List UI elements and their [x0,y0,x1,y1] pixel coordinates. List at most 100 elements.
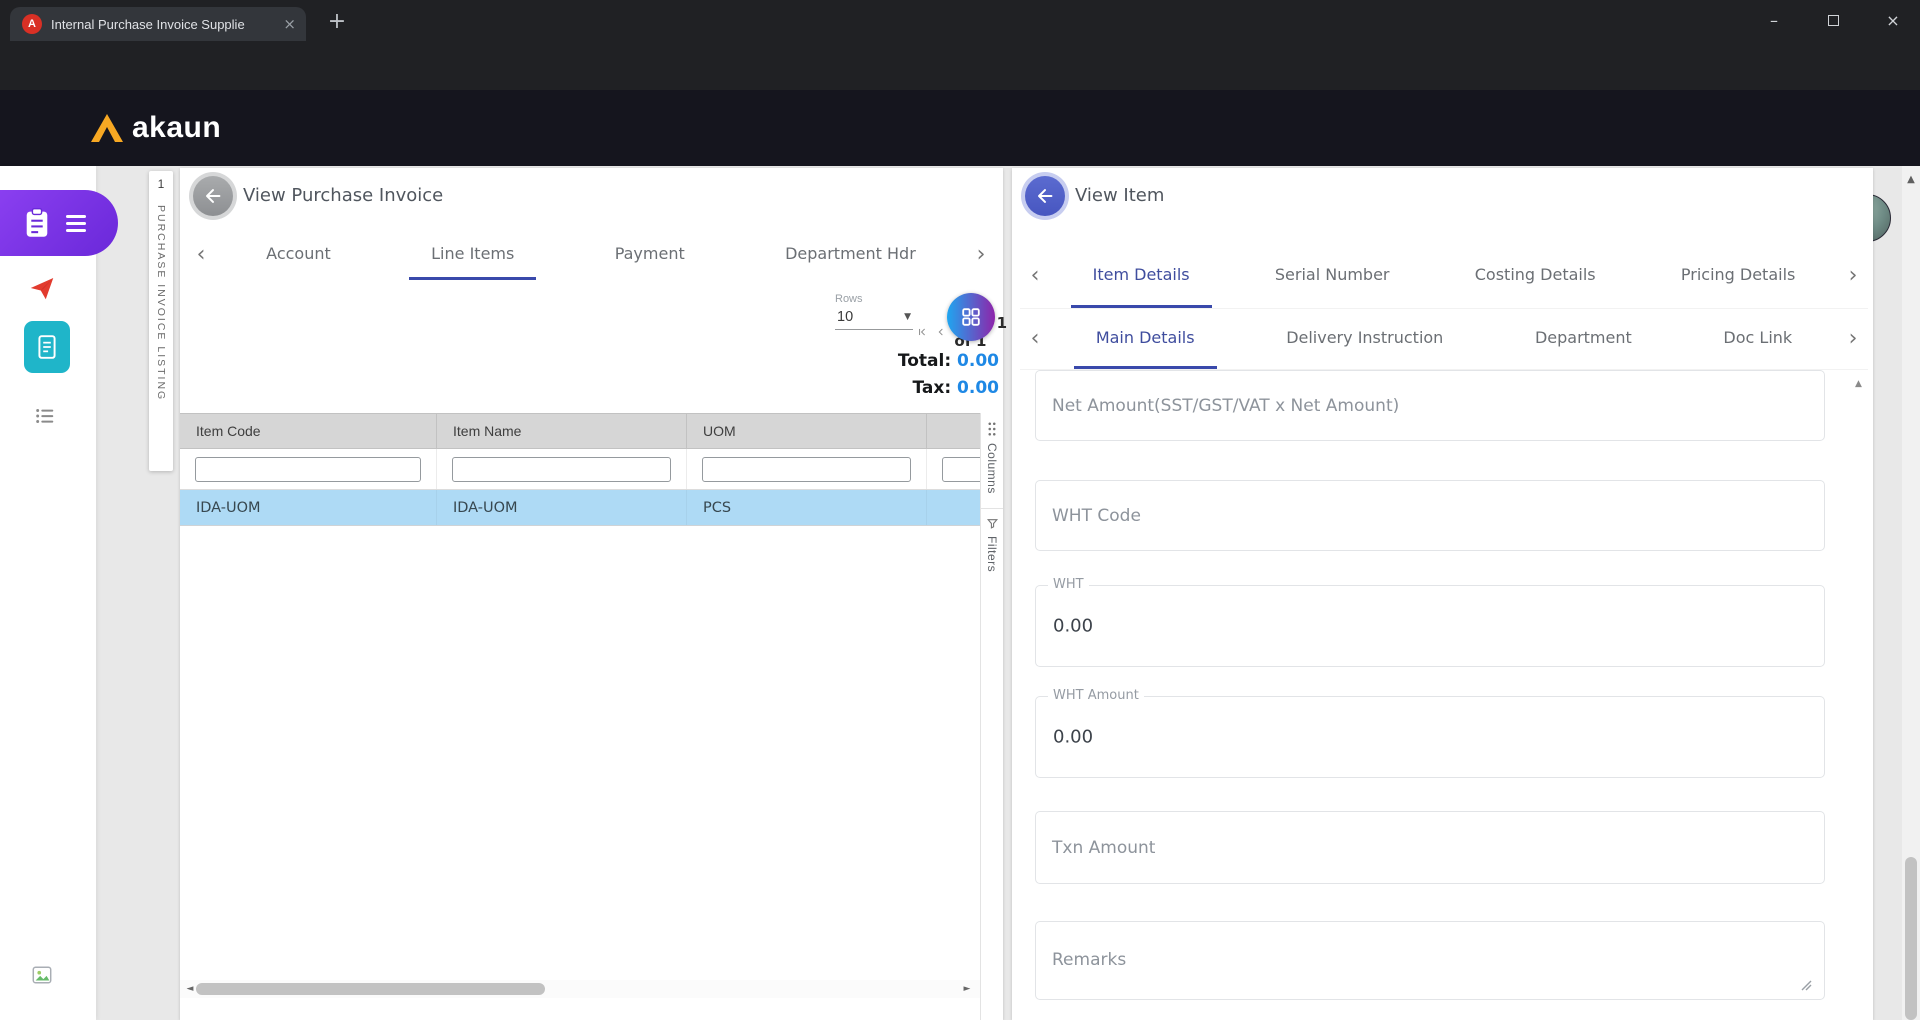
paper-plane-icon [27,273,57,303]
table-row[interactable]: IDA-UOM IDA-UOM PCS [180,490,980,526]
filter-uom-input[interactable] [702,457,911,482]
tabs-scroll-right-icon[interactable]: › [1849,328,1858,350]
item-back-button[interactable] [1021,172,1069,220]
columns-label: Columns [985,443,999,494]
table-side-toolbar: Columns Filters [980,413,1003,1020]
clipboard-icon [22,207,52,239]
filters-button[interactable]: Filters [985,515,999,572]
filter-extra-input[interactable] [942,457,980,482]
tab-line-items[interactable]: Line Items [409,230,536,280]
field-label: Remarks [1052,950,1126,970]
document-icon [34,332,60,362]
filter-item-code-input[interactable] [195,457,421,482]
logo-text: akaun [132,111,221,145]
photo-icon [31,964,53,986]
tabs-scroll-left-icon[interactable]: ‹ [1031,265,1040,287]
app-header: akaun [0,90,1920,166]
resize-handle-icon[interactable] [1800,979,1812,991]
column-header-item-name[interactable]: Item Name [437,414,687,448]
cell-uom: PCS [687,490,927,525]
list-icon [34,405,56,427]
column-header-item-code[interactable]: Item Code [180,414,437,448]
purchase-invoice-panel: View Purchase Invoice ‹ Account Line Ite… [180,168,1003,1020]
prev-page-icon[interactable] [935,323,947,341]
line-items-table: Item Code Item Name UOM IDA-UOM IDA-UOM … [180,413,980,526]
filter-item-name-input[interactable] [452,457,671,482]
new-tab-button[interactable]: + [322,6,352,36]
tab-delivery-instruction[interactable]: Delivery Instruction [1264,309,1465,369]
back-button[interactable] [189,172,237,220]
field-label: Net Amount(SST/GST/VAT x Net Amount) [1052,396,1399,416]
grid-view-button[interactable] [947,293,995,341]
tax-value: 0.00 [957,378,999,398]
browser-toolbar: ← → akaun.cloud/#/applets/tnt/wavelet/er… [0,41,1920,90]
arrow-back-icon [1034,185,1056,207]
field-label: WHT Amount [1048,688,1144,703]
field-remarks[interactable]: Remarks [1035,921,1825,1000]
cell-item-name: IDA-UOM [437,490,687,525]
field-label: WHT Code [1052,506,1141,526]
browser-tab-bar: A Internal Purchase Invoice Supplie × + … [0,0,1920,41]
image-placeholder-icon [30,963,54,987]
field-txn-amount[interactable]: Txn Amount [1035,811,1825,884]
column-header-extra [927,414,980,448]
first-page-icon[interactable] [916,323,928,341]
window-close-button[interactable]: × [1870,0,1916,41]
hscroll-thumb[interactable] [196,983,545,995]
tab-main-details[interactable]: Main Details [1074,309,1217,369]
tab-favicon-icon: A [22,14,42,34]
drag-dots-icon [986,421,998,437]
tabs-scroll-left-icon[interactable]: ‹ [1031,328,1040,350]
vertical-tab-purchase-invoice-listing[interactable]: 1 PURCHASE INVOICE LISTING [149,171,173,471]
listing-list-icon[interactable] [33,404,57,428]
tabs-scroll-left-icon[interactable]: ‹ [197,244,206,266]
applet-rail [0,166,96,1020]
arrow-back-icon [202,185,224,207]
window-minimize-button[interactable]: – [1751,0,1797,41]
totals: Total: 0.00 Tax: 0.00 [898,351,999,405]
tab-close-icon[interactable]: × [283,15,296,33]
rows-label: Rows [835,293,913,305]
akaun-logo[interactable]: akaun [90,111,221,145]
columns-button[interactable]: Columns [985,413,999,494]
scrollbar-up-icon[interactable]: ▲ [1902,170,1920,188]
window-maximize-button[interactable] [1810,0,1856,41]
field-wht-amount[interactable]: WHT Amount 0.00 [1035,696,1825,778]
grid-icon [960,306,982,328]
hscroll-right-icon[interactable]: ► [959,980,975,998]
panel-scroll-up-icon[interactable]: ▲ [1855,379,1862,389]
tab-department-hdr[interactable]: Department Hdr [763,230,938,280]
active-applet-pill[interactable] [0,190,118,256]
tab-serial-number[interactable]: Serial Number [1253,244,1412,308]
item-page-title: View Item [1075,185,1164,206]
tab-pricing-details[interactable]: Pricing Details [1659,244,1817,308]
page-title: View Purchase Invoice [243,185,443,206]
tab-payment[interactable]: Payment [593,230,707,280]
tab-department[interactable]: Department [1513,309,1654,369]
rows-per-page-select[interactable]: Rows 10 ▼ [835,293,913,330]
menu-hamburger-icon[interactable] [66,215,86,232]
table-header-row: Item Code Item Name UOM [180,413,980,449]
window-scrollbar[interactable]: ▲ [1902,166,1920,1020]
item-tabs-secondary: ‹ Main Details Delivery Instruction Depa… [1020,309,1868,370]
applet-icon-invoice[interactable] [24,321,70,373]
field-net-amount[interactable]: Net Amount(SST/GST/VAT x Net Amount) [1035,370,1825,441]
browser-tab[interactable]: A Internal Purchase Invoice Supplie × [10,7,306,41]
applet-icon-red[interactable] [26,272,58,304]
item-tabs-primary: ‹ Item Details Serial Number Costing Det… [1020,244,1868,309]
field-wht[interactable]: WHT 0.00 [1035,585,1825,667]
rows-value: 10 [837,309,904,325]
scrollbar-thumb[interactable] [1905,857,1917,1020]
tabs-scroll-right-icon[interactable]: › [977,244,986,266]
field-value: 0.00 [1053,616,1093,637]
tabs-scroll-right-icon[interactable]: › [1849,265,1858,287]
tab-costing-details[interactable]: Costing Details [1453,244,1618,308]
field-wht-code[interactable]: WHT Code [1035,480,1825,551]
column-header-uom[interactable]: UOM [687,414,927,448]
table-filter-row [180,449,980,490]
tax-label: Tax: [912,378,951,398]
tab-doc-link[interactable]: Doc Link [1701,309,1814,369]
tab-account[interactable]: Account [244,230,353,280]
screen: A Internal Purchase Invoice Supplie × + … [0,0,1920,1020]
tab-item-details[interactable]: Item Details [1071,244,1212,308]
